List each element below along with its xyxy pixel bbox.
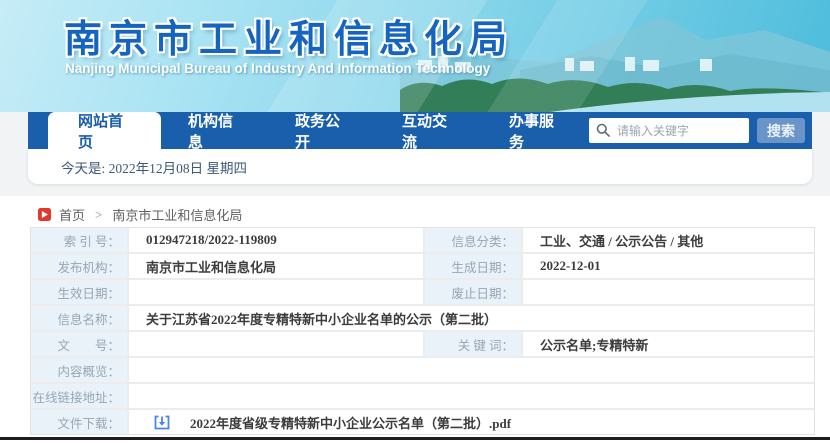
- breadcrumb-home-link[interactable]: 首页: [59, 205, 85, 224]
- tab-org-info[interactable]: 机构信息: [161, 112, 268, 151]
- document-metadata-table: 索 引 号： 012947218/2022-119809 信息分类： 工业、交通…: [30, 227, 815, 435]
- value-online-link: [129, 384, 814, 408]
- main-nav-bar: 网站首页 机构信息 政务公开 互动交流 办事服务 搜索: [28, 112, 812, 151]
- value-info-category: 工业、交通 / 公示公告 / 其他: [523, 228, 814, 252]
- value-effective-date: [129, 280, 423, 304]
- site-title-chinese: 南京市工业和信息化局: [64, 19, 515, 61]
- label-effective-date: 生效日期：: [31, 280, 127, 304]
- value-publisher: 南京市工业和信息化局: [129, 254, 423, 278]
- label-info-category: 信息分类：: [425, 228, 521, 252]
- value-content-overview: [129, 358, 814, 382]
- date-bar: 今天是: 2022年12月08日 星期四: [28, 149, 812, 184]
- search-zone: 搜索: [589, 112, 812, 149]
- label-index-number: 索 引 号：: [31, 228, 127, 252]
- value-generated-date: 2022-12-01: [523, 254, 814, 278]
- tab-interaction[interactable]: 互动交流: [375, 112, 482, 151]
- search-box: [589, 118, 749, 143]
- value-doc-number: [129, 332, 423, 356]
- search-input[interactable]: [589, 118, 749, 143]
- nav-card: 网站首页 机构信息 政务公开 互动交流 办事服务 搜索 今天是: 2022年12…: [28, 112, 812, 184]
- label-content-overview: 内容概览：: [31, 358, 127, 382]
- label-publisher: 发布机构：: [31, 254, 127, 278]
- pdf-file-name: 2022年度省级专精特新中小企业公示名单（第二批）.pdf: [190, 415, 512, 431]
- value-info-name: 关于江苏省2022年度专精特新中小企业名单的公示（第二批）: [129, 306, 814, 330]
- value-keywords: 公示名单;专精特新: [523, 332, 814, 356]
- value-expiry-date: [523, 280, 814, 304]
- download-icon: [154, 415, 170, 430]
- label-generated-date: 生成日期：: [425, 254, 521, 278]
- today-date-text: 今天是: 2022年12月08日 星期四: [61, 160, 248, 176]
- breadcrumb-current-page: 南京市工业和信息化局: [112, 208, 243, 223]
- value-index-number: 012947218/2022-119809: [129, 228, 423, 252]
- label-file-download: 文件下载：: [31, 410, 127, 434]
- label-online-link: 在线链接地址：: [31, 384, 127, 408]
- breadcrumb-separator: >: [95, 206, 103, 222]
- search-icon: [596, 123, 610, 137]
- tab-gov-disclosure[interactable]: 政务公开: [268, 112, 375, 151]
- label-expiry-date: 废止日期：: [425, 280, 521, 304]
- tab-services[interactable]: 办事服务: [482, 112, 589, 151]
- home-marker-icon: [38, 208, 51, 221]
- site-title-english: Nanjing Municipal Bureau of Industry And…: [65, 61, 491, 76]
- label-info-name: 信息名称：: [31, 306, 127, 330]
- value-file-download: 2022年度省级专精特新中小企业公示名单（第二批）.pdf: [129, 410, 814, 434]
- label-keywords: 关 键 词：: [425, 332, 521, 356]
- label-doc-number: 文 号：: [31, 332, 127, 356]
- header-banner: 南京市工业和信息化局 Nanjing Municipal Bureau of I…: [0, 0, 830, 112]
- breadcrumb: 首页 > 南京市工业和信息化局: [38, 205, 242, 224]
- window-bottom-edge: [0, 437, 830, 440]
- search-button[interactable]: 搜索: [757, 118, 805, 143]
- pdf-download-link[interactable]: 2022年度省级专精特新中小企业公示名单（第二批）.pdf: [146, 413, 511, 432]
- tab-home[interactable]: 网站首页: [48, 112, 161, 151]
